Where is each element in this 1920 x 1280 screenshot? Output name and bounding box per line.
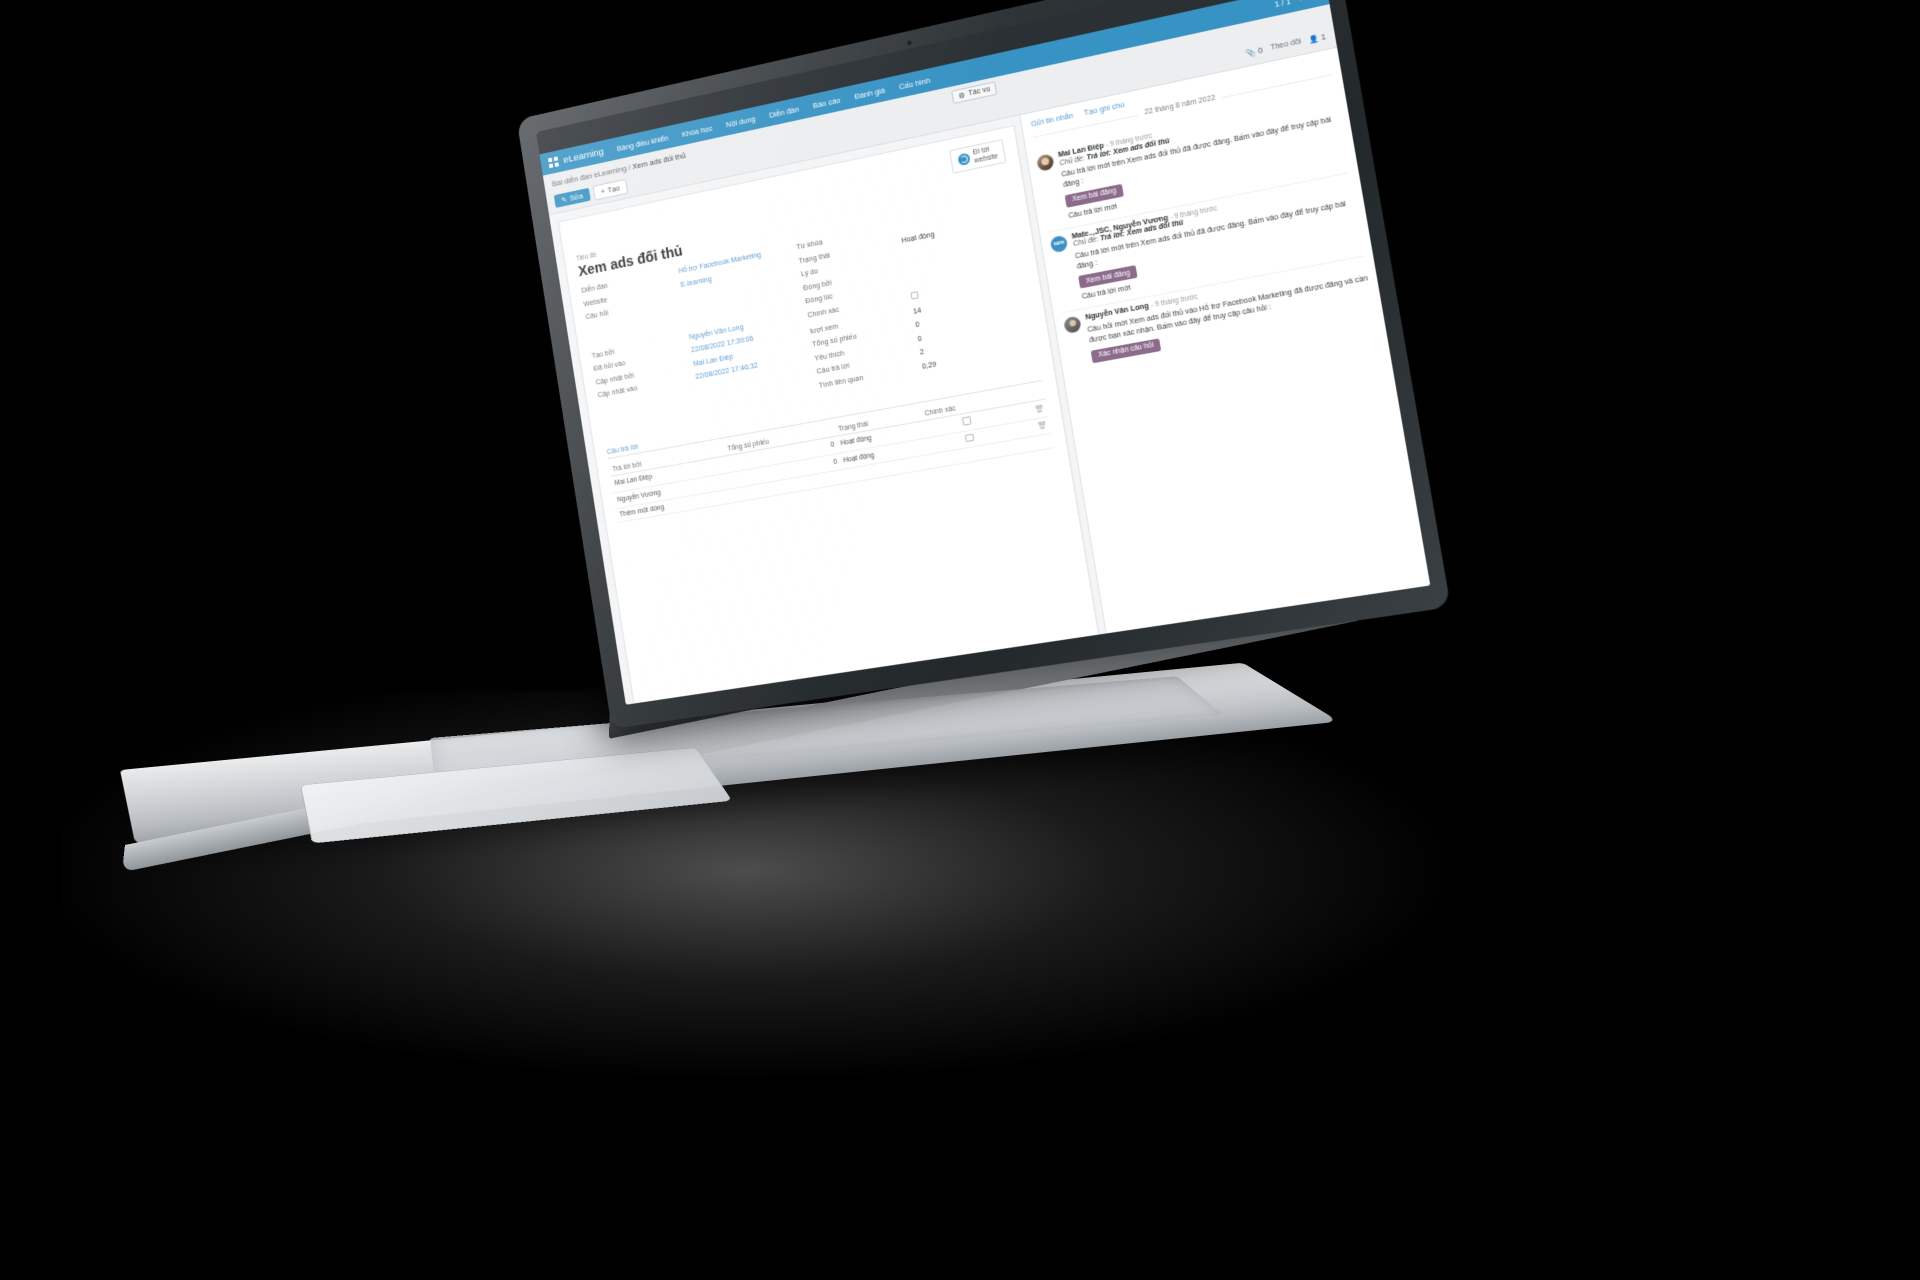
- menu-khoa-hoc[interactable]: Khóa học: [681, 123, 713, 139]
- checkbox-row-correct[interactable]: [962, 416, 972, 426]
- laptop-lid: 💬 🔔 K Kiên eLearning Bảng điều khiển Khó…: [516, 0, 1451, 729]
- pager-next-button[interactable]: ›: [1310, 0, 1319, 1]
- followers-count: 1: [1320, 33, 1327, 42]
- menu-danh-gia[interactable]: Đánh giá: [854, 85, 886, 101]
- odoo-app: 💬 🔔 K Kiên eLearning Bảng điều khiển Khó…: [536, 0, 1431, 705]
- menu-bao-cao[interactable]: Báo cáo: [812, 95, 841, 110]
- globe-icon: [957, 152, 971, 167]
- avatar: [1063, 315, 1083, 335]
- create-button-label: Tạo: [607, 183, 621, 195]
- apps-grid-icon[interactable]: [548, 156, 559, 169]
- webcam-icon: [906, 39, 913, 46]
- edit-button[interactable]: ✎ Sửa: [553, 187, 591, 208]
- attachments-counter[interactable]: 📎 0: [1246, 46, 1264, 58]
- create-button[interactable]: + Tạo: [592, 178, 629, 201]
- user-icon: 👤: [1308, 34, 1320, 45]
- delete-icon[interactable]: 🗑: [1037, 422, 1048, 431]
- pager-count: 1 / 1: [1273, 0, 1292, 9]
- delete-icon[interactable]: 🗑: [1034, 405, 1045, 414]
- menu-dien-dan[interactable]: Diễn đàn: [768, 104, 799, 119]
- gear-icon: ⚙: [958, 91, 966, 101]
- tab-send-message[interactable]: Gửi tin nhắn: [1030, 110, 1074, 128]
- tab-log-note[interactable]: Tạo ghi chú: [1083, 100, 1125, 118]
- laptop-screen: 💬 🔔 K Kiên eLearning Bảng điều khiển Khó…: [536, 0, 1431, 705]
- paperclip-icon: 📎: [1245, 48, 1257, 58]
- action-menu-label: Tác vụ: [967, 85, 991, 98]
- breadcrumb-separator: /: [627, 162, 632, 173]
- checkbox-chinh-xac[interactable]: [910, 290, 920, 300]
- avatar: [1036, 153, 1055, 172]
- menu-cau-hinh[interactable]: Cấu hình: [898, 75, 930, 91]
- pencil-icon: ✎: [560, 194, 568, 205]
- follow-button[interactable]: Theo dõi: [1270, 38, 1302, 52]
- followers-counter[interactable]: 👤 1: [1308, 32, 1327, 45]
- pager-prev-button[interactable]: ‹: [1296, 0, 1305, 4]
- form-right-column: Từ khóa Trạng thái Hoạt động Lý do Đóng …: [796, 201, 1039, 396]
- edit-button-label: Sửa: [569, 191, 584, 203]
- attachments-count: 0: [1257, 46, 1264, 56]
- form-sheet: Đi tới website Tiêu đề Xem ads đối thủ D…: [557, 124, 1102, 705]
- form-sheet-column: Đi tới website Tiêu đề Xem ads đối thủ D…: [549, 115, 1109, 705]
- form-left-column: Diễn đàn Hỗ trợ Facebook Marketing Websi…: [581, 247, 811, 436]
- checkbox-row-correct[interactable]: [965, 433, 975, 443]
- plus-icon: +: [600, 186, 606, 197]
- avatar: [1049, 234, 1069, 253]
- laptop-mockup-scene: 💬 🔔 K Kiên eLearning Bảng điều khiển Khó…: [0, 0, 1920, 1280]
- menu-noi-dung[interactable]: Nội dung: [725, 114, 756, 129]
